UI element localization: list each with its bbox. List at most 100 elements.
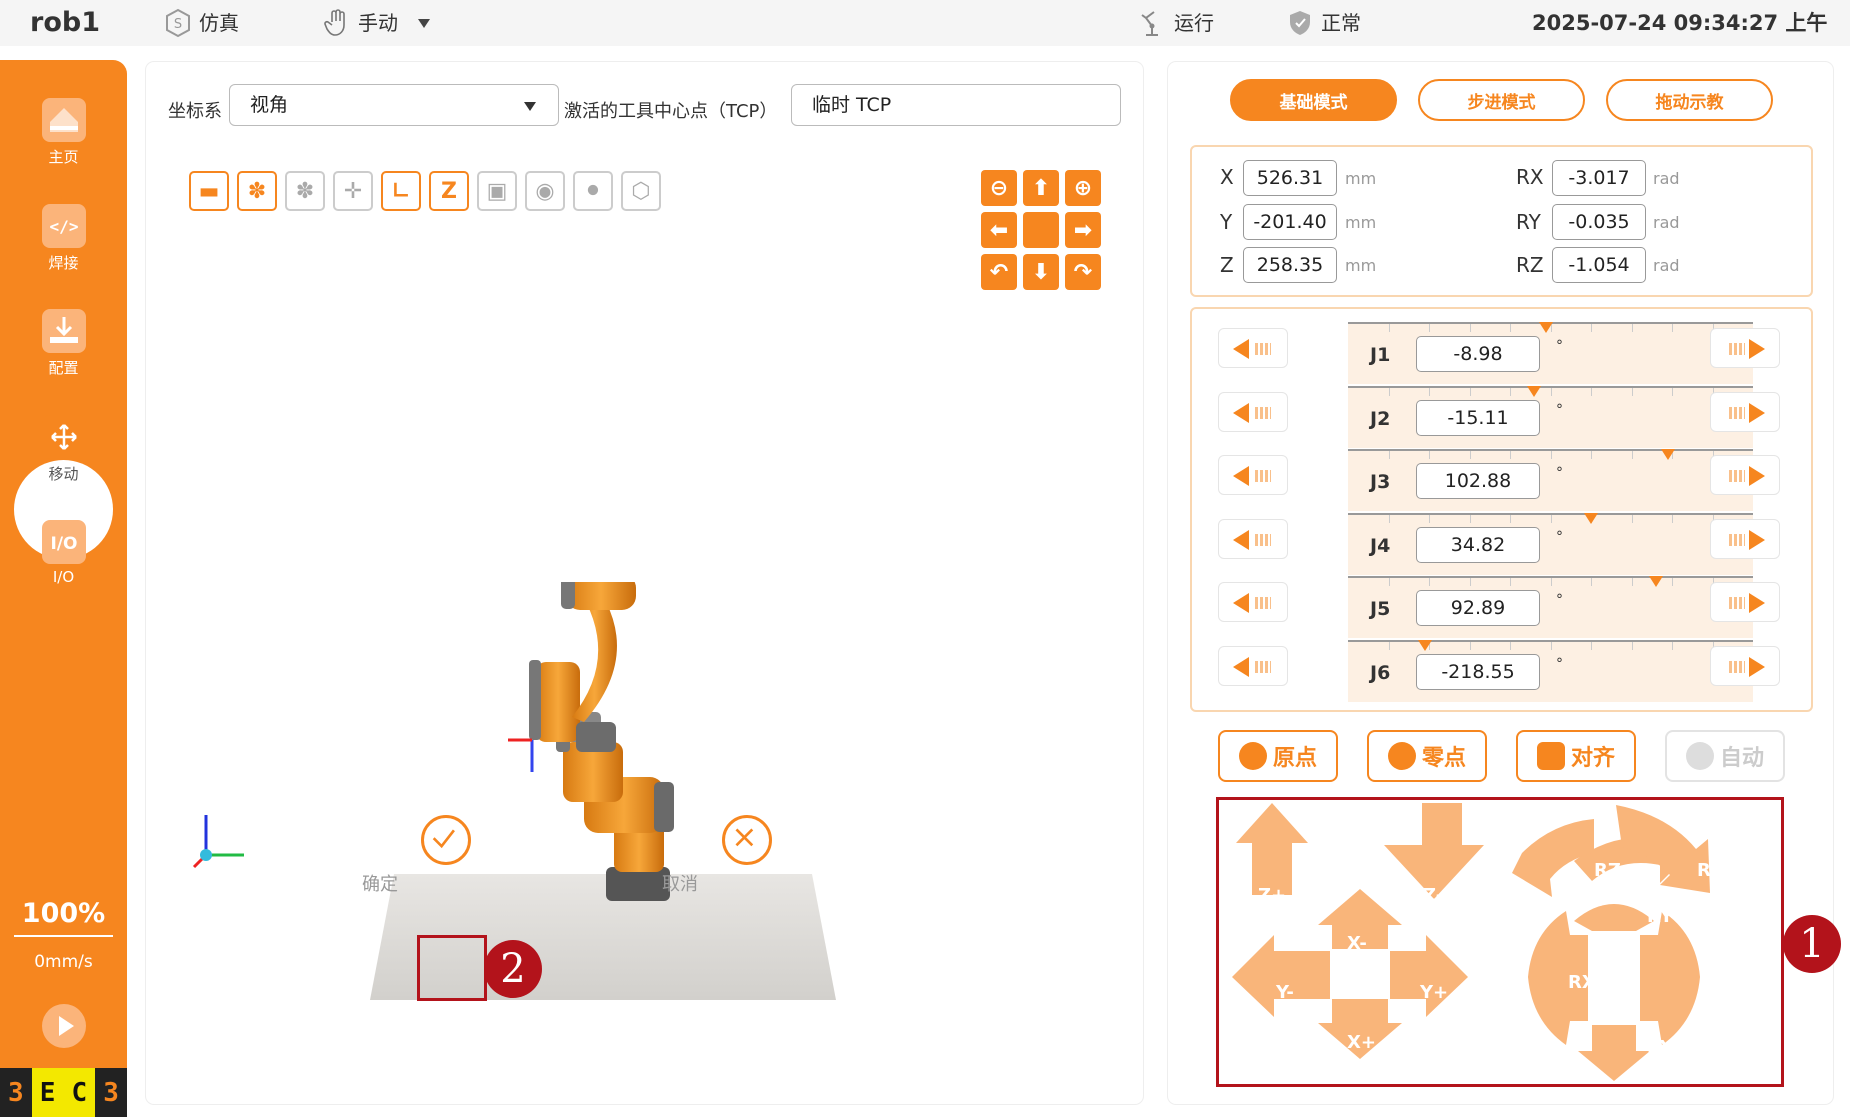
rotate-left-button[interactable]: ↶ xyxy=(981,254,1017,290)
joint-value[interactable]: 92.89 xyxy=(1416,590,1540,626)
coord-system-select[interactable]: 视角 xyxy=(229,84,559,126)
view-xy-button[interactable]: ∟ xyxy=(381,171,421,211)
joint-value[interactable]: -218.55 xyxy=(1416,654,1540,690)
view-cube-button[interactable]: ⬡ xyxy=(621,171,661,211)
slider-tick xyxy=(1631,324,1633,332)
jog-rx-minus[interactable] xyxy=(1640,911,1700,1045)
joint-minus-button[interactable] xyxy=(1218,582,1288,622)
auto-button[interactable]: 自动 xyxy=(1665,730,1785,782)
pan-up-button[interactable]: ⬆ xyxy=(1023,170,1059,206)
joint-slider[interactable] xyxy=(1348,576,1753,638)
joint-minus-button[interactable] xyxy=(1218,328,1288,368)
joint-minus-button[interactable] xyxy=(1218,392,1288,432)
view-axes-button[interactable]: ✛ xyxy=(333,171,373,211)
home-position-button[interactable]: 原点 xyxy=(1218,730,1338,782)
tab-step-mode[interactable]: 步进模式 xyxy=(1418,79,1585,121)
view-robot-button[interactable]: ✽ xyxy=(237,171,277,211)
joint-position-marker[interactable] xyxy=(1527,386,1542,397)
slider-tick xyxy=(1429,324,1430,332)
tcp-select[interactable]: 临时 TCP xyxy=(791,84,1121,126)
manual-mode-dropdown[interactable]: 手动 xyxy=(322,0,430,46)
box-icon: ▣ xyxy=(486,178,508,204)
zero-position-button[interactable]: 零点 xyxy=(1367,730,1487,782)
zoom-in-button[interactable]: ⊕ xyxy=(1065,170,1101,206)
slider-tick xyxy=(1429,451,1430,459)
joint-slider[interactable] xyxy=(1348,640,1753,702)
jog-z-minus-label: Z- xyxy=(1423,885,1444,906)
view-target-button[interactable]: ◉ xyxy=(525,171,565,211)
confirm-button[interactable] xyxy=(417,935,487,1001)
jog-ry-plus[interactable] xyxy=(1578,1025,1650,1081)
joint-minus-button[interactable] xyxy=(1218,455,1288,495)
jog-z-plus[interactable] xyxy=(1236,803,1308,895)
tab-basic-mode[interactable]: 基础模式 xyxy=(1230,79,1397,121)
rotate-right-button[interactable]: ↷ xyxy=(1065,254,1101,290)
rx-value[interactable]: -3.017 xyxy=(1552,160,1646,196)
joint-slider[interactable] xyxy=(1348,322,1753,384)
jog-y-plus[interactable] xyxy=(1390,935,1468,1017)
joint-plus-button[interactable] xyxy=(1710,519,1780,559)
joint-plus-button[interactable] xyxy=(1710,328,1780,368)
pan-right-button[interactable]: ➡ xyxy=(1065,212,1101,248)
reset-view-button[interactable] xyxy=(1023,212,1059,248)
joint-plus-button[interactable] xyxy=(1710,455,1780,495)
joint-position-marker[interactable] xyxy=(1539,322,1554,333)
sidebar-item-welding[interactable]: </> 焊接 xyxy=(0,204,127,273)
view-base-button[interactable]: ▬ xyxy=(189,171,229,211)
zoom-in-icon: ⊕ xyxy=(1073,175,1093,201)
align-button[interactable]: 对齐 xyxy=(1516,730,1636,782)
joint-position-marker[interactable] xyxy=(1417,640,1432,651)
joint-value[interactable]: -15.11 xyxy=(1416,400,1540,436)
sidebar-item-home[interactable]: 主页 xyxy=(0,98,127,167)
joint-unit: ° xyxy=(1556,529,1563,545)
view-box-button[interactable]: ▣ xyxy=(477,171,517,211)
jog-y-minus[interactable] xyxy=(1232,935,1330,1017)
shield-icon xyxy=(1290,11,1310,35)
x-value[interactable]: 526.31 xyxy=(1243,160,1337,196)
joint-slider[interactable] xyxy=(1348,386,1753,448)
joint-position-marker[interactable] xyxy=(1660,449,1675,460)
ry-value[interactable]: -0.035 xyxy=(1552,204,1646,240)
joint-minus-button[interactable] xyxy=(1218,519,1288,559)
play-button[interactable] xyxy=(42,1004,86,1048)
slider-tick xyxy=(1550,578,1552,586)
joint-value[interactable]: 102.88 xyxy=(1416,463,1540,499)
rz-label: RZ xyxy=(1516,253,1544,277)
jog-x-minus-label: X- xyxy=(1347,933,1367,954)
coord-system-label: 坐标系 xyxy=(168,101,222,122)
zoom-out-button[interactable]: ⊖ xyxy=(981,170,1017,206)
robot-arm-model xyxy=(508,582,674,901)
sim-toggle[interactable]: S 仿真 xyxy=(163,0,239,46)
joint-position-marker[interactable] xyxy=(1584,513,1598,524)
joint-slider[interactable] xyxy=(1348,513,1753,575)
sidebar-item-move[interactable]: 移动 xyxy=(0,415,127,484)
io-icon: I/O xyxy=(41,520,86,564)
cancel-button[interactable] xyxy=(792,812,848,868)
joint-slider[interactable] xyxy=(1348,449,1753,511)
pan-left-button[interactable]: ⬅ xyxy=(981,212,1017,248)
y-value[interactable]: -201.40 xyxy=(1243,204,1337,240)
joint-minus-button[interactable] xyxy=(1218,646,1288,686)
pan-down-button[interactable]: ⬇ xyxy=(1023,254,1059,290)
view-robot-alt-button[interactable]: ✽ xyxy=(285,171,325,211)
target-icon: ◉ xyxy=(535,178,555,204)
confirm-label: 确定 xyxy=(362,874,398,895)
speed-percent[interactable]: 100% xyxy=(0,898,127,929)
jog-ry-minus[interactable] xyxy=(1574,904,1654,931)
joint-value[interactable]: -8.98 xyxy=(1416,336,1540,372)
view-tool-button[interactable]: ⚫ xyxy=(573,171,613,211)
rz-value[interactable]: -1.054 xyxy=(1552,247,1646,283)
joint-plus-button[interactable] xyxy=(1710,392,1780,432)
tab-drag-teach[interactable]: 拖动示教 xyxy=(1606,79,1773,121)
sidebar-item-io[interactable]: I/O I/O xyxy=(0,520,127,586)
view-z-button[interactable]: Z xyxy=(429,171,469,211)
joint-value[interactable]: 34.82 xyxy=(1416,527,1540,563)
align-label: 对齐 xyxy=(1570,746,1615,771)
joint-plus-button[interactable] xyxy=(1710,646,1780,686)
slider-tick xyxy=(1388,515,1390,523)
z-value[interactable]: 258.35 xyxy=(1243,247,1337,283)
joint-plus-button[interactable] xyxy=(1710,582,1780,622)
sidebar-item-config[interactable]: 配置 xyxy=(0,309,127,378)
view-panel: 坐标系 视角 激活的工具中心点（TCP） 临时 TCP ▬ ✽ ✽ ✛ ∟ Z … xyxy=(146,62,1143,1104)
joint-position-marker[interactable] xyxy=(1648,576,1663,587)
